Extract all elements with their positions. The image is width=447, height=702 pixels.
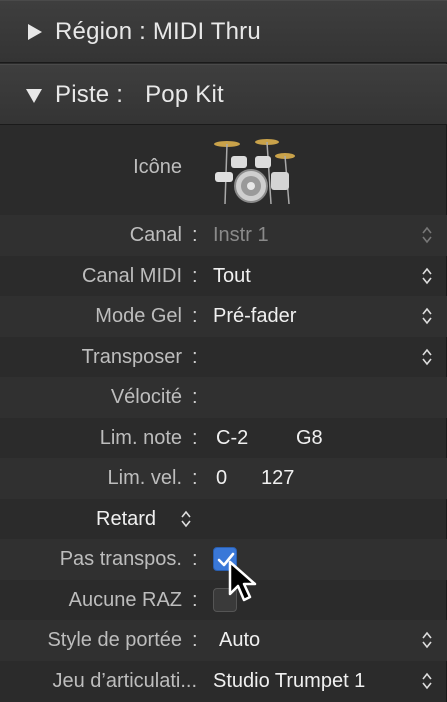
no-reset-label: Aucune RAZ [68, 588, 182, 611]
channel-row[interactable]: Canal : Instr 1 [0, 215, 447, 256]
up-down-arrows-icon[interactable] [421, 266, 433, 286]
midi-channel-row[interactable]: Canal MIDI : Tout [0, 256, 447, 297]
disclosure-triangle-expanded-icon[interactable] [25, 86, 43, 104]
colon: : [192, 466, 198, 489]
staff-style-value[interactable]: Auto [219, 629, 260, 652]
velocity-limit-high[interactable]: 127 [261, 467, 294, 490]
velocity-label: Vélocité [110, 385, 182, 408]
up-down-arrows-icon[interactable] [421, 306, 433, 326]
velocity-row[interactable]: Vélocité : [0, 377, 447, 418]
articulation-set-label: Jeu d’articulati... [52, 669, 197, 692]
colon: : [192, 547, 198, 570]
region-title: Région : MIDI Thru [55, 17, 261, 45]
note-limit-row: Lim. note : C-2 G8 [0, 418, 447, 459]
colon: : [192, 304, 198, 327]
velocity-limit-label: Lim. vel. [107, 466, 182, 489]
drum-kit-icon[interactable] [205, 134, 297, 206]
disclosure-triangle-collapsed-icon[interactable] [25, 23, 43, 41]
velocity-limit-low[interactable]: 0 [216, 467, 227, 490]
velocity-limit-row: Lim. vel. : 0 127 [0, 458, 447, 499]
up-down-arrows-icon[interactable] [421, 671, 433, 691]
no-transpose-row: Pas transpos. : [0, 539, 447, 580]
staff-style-row[interactable]: Style de portée : Auto [0, 620, 447, 661]
colon: : [192, 628, 198, 651]
colon: : [192, 385, 198, 408]
track-header[interactable]: Piste : Pop Kit [0, 64, 447, 125]
up-down-arrows-icon[interactable] [421, 347, 433, 367]
channel-label: Canal [129, 223, 182, 246]
colon: : [192, 345, 198, 368]
icon-label: Icône [133, 156, 182, 178]
staff-style-label: Style de portée [47, 628, 182, 651]
region-header[interactable]: Région : MIDI Thru [0, 0, 447, 63]
colon: : [192, 264, 198, 287]
note-limit-low[interactable]: C-2 [216, 427, 248, 450]
articulation-set-value[interactable]: Studio Trumpet 1 [213, 670, 365, 693]
channel-value[interactable]: Instr 1 [213, 224, 269, 247]
no-transpose-label: Pas transpos. [59, 547, 182, 570]
note-limit-label: Lim. note [99, 426, 182, 449]
icon-row: Icône [0, 126, 447, 212]
up-down-arrows-icon[interactable] [421, 630, 433, 650]
up-down-arrows-icon[interactable] [421, 225, 433, 245]
colon: : [192, 426, 198, 449]
up-down-arrows-icon[interactable] [180, 509, 192, 529]
midi-channel-value[interactable]: Tout [213, 265, 251, 288]
colon: : [192, 223, 198, 246]
colon: : [192, 588, 198, 611]
delay-row[interactable]: Retard [0, 499, 447, 540]
articulation-set-row[interactable]: Jeu d’articulati... Studio Trumpet 1 [0, 661, 447, 702]
midi-channel-label: Canal MIDI [81, 264, 182, 287]
transpose-row[interactable]: Transposer : [0, 337, 447, 378]
mouse-pointer-icon [228, 560, 257, 602]
no-reset-row: Aucune RAZ : [0, 580, 447, 621]
note-limit-high[interactable]: G8 [296, 427, 323, 450]
freeze-mode-row[interactable]: Mode Gel : Pré-fader [0, 296, 447, 337]
track-name: Pop Kit [145, 80, 224, 108]
track-header-label: Piste : [55, 80, 124, 108]
inspector-panel: Région : MIDI Thru Piste : Pop Kit Icône [0, 0, 447, 702]
freeze-mode-label: Mode Gel [95, 304, 182, 327]
delay-label[interactable]: Retard [96, 508, 156, 531]
transpose-label: Transposer [81, 345, 182, 368]
freeze-mode-value[interactable]: Pré-fader [213, 305, 296, 328]
